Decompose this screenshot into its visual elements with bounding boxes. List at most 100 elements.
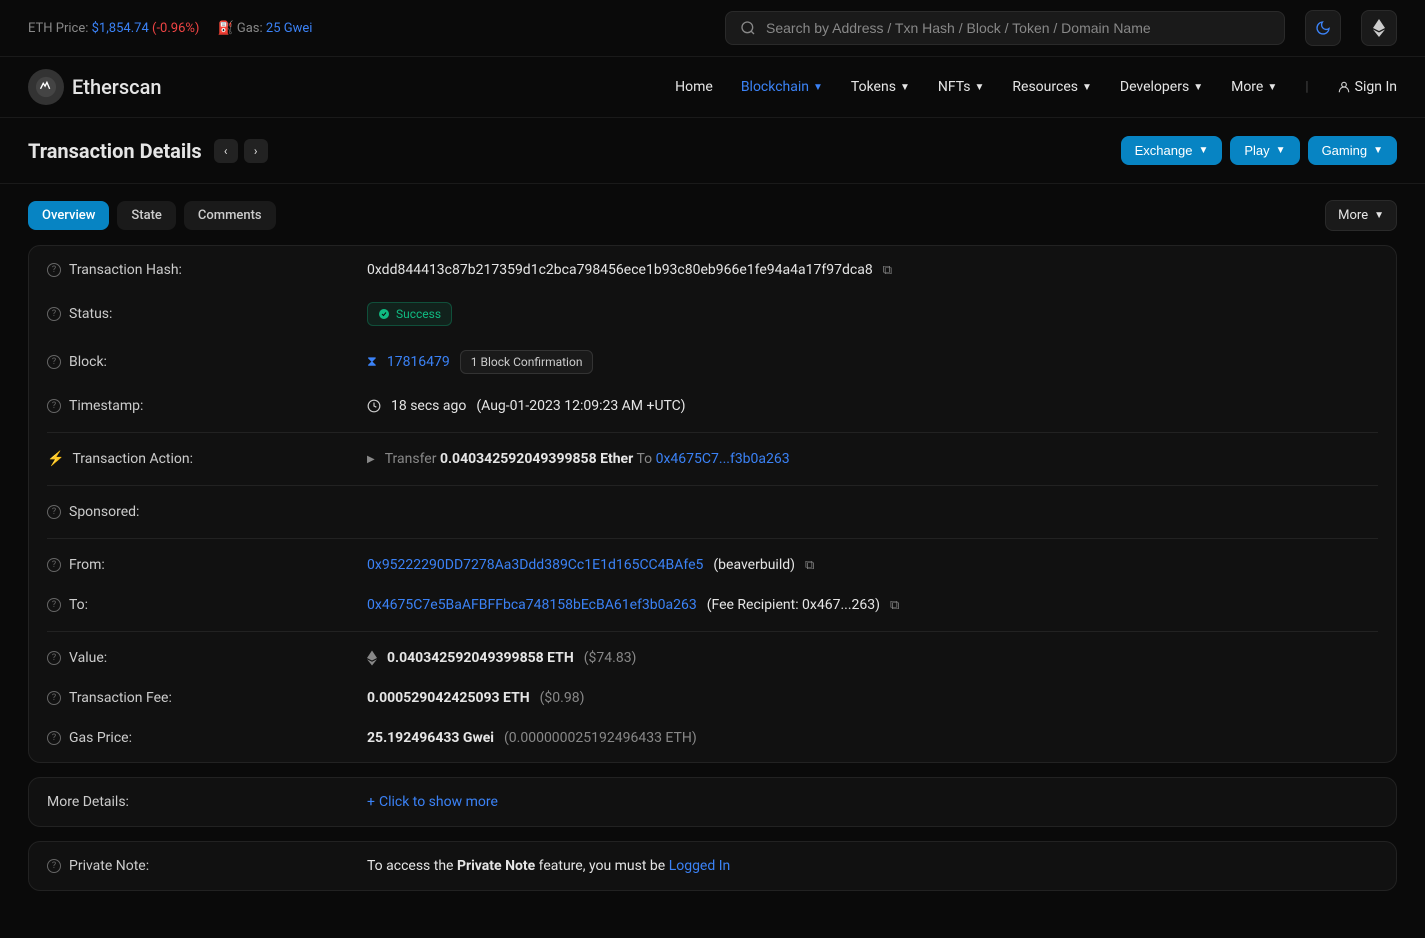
label-moredetails: More Details: xyxy=(47,794,129,810)
tab-overview[interactable]: Overview xyxy=(28,201,109,230)
action-amount: 0.040342592049399858 Ether xyxy=(440,451,633,467)
gaming-button[interactable]: Gaming▼ xyxy=(1308,136,1397,165)
help-icon[interactable]: ? xyxy=(47,505,61,519)
main-nav: Etherscan Home Blockchain▼ Tokens▼ NFTs▼… xyxy=(0,57,1425,118)
private-note-card: ?Private Note: To access the Private Not… xyxy=(28,841,1397,891)
chevron-down-icon: ▼ xyxy=(975,82,985,93)
value-usd: ($74.83) xyxy=(584,650,637,666)
chevron-down-icon: ▼ xyxy=(1198,145,1208,156)
help-icon[interactable]: ? xyxy=(47,399,61,413)
exchange-button[interactable]: Exchange▼ xyxy=(1121,136,1223,165)
label-value: Value: xyxy=(69,650,107,666)
fee-eth: 0.000529042425093 ETH xyxy=(367,690,530,706)
plus-icon: + xyxy=(367,794,375,810)
action-to-link[interactable]: 0x4675C7...f3b0a263 xyxy=(656,451,790,467)
label-txfee: Transaction Fee: xyxy=(69,690,172,706)
copy-from-button[interactable]: ⧉ xyxy=(805,558,814,573)
next-tx-button[interactable]: › xyxy=(244,139,268,163)
etherscan-logo-icon xyxy=(28,69,64,105)
chevron-down-icon: ▼ xyxy=(1267,82,1277,93)
fee-usd: ($0.98) xyxy=(540,690,585,706)
gas-icon: ⛽ xyxy=(217,21,233,36)
page-title: Transaction Details xyxy=(28,139,202,163)
theme-toggle-button[interactable] xyxy=(1305,10,1341,46)
nav-resources[interactable]: Resources▼ xyxy=(1012,79,1091,95)
tabs-more-dropdown[interactable]: More▼ xyxy=(1325,200,1397,231)
label-txaction: Transaction Action: xyxy=(72,451,193,467)
help-icon[interactable]: ? xyxy=(47,691,61,705)
nav-developers[interactable]: Developers▼ xyxy=(1120,79,1203,95)
chevron-down-icon: ▼ xyxy=(1373,145,1383,156)
eth-network-button[interactable] xyxy=(1361,10,1397,46)
search-input[interactable] xyxy=(766,20,1270,36)
eth-price-change: (-0.96%) xyxy=(152,21,199,36)
eth-icon xyxy=(367,650,377,666)
timestamp-full: (Aug-01-2023 12:09:23 AM +UTC) xyxy=(476,398,685,414)
help-icon[interactable]: ? xyxy=(47,263,61,277)
value-eth: 0.040342592049399858 ETH xyxy=(387,650,574,666)
nav-blockchain[interactable]: Blockchain▼ xyxy=(741,79,823,95)
label-timestamp: Timestamp: xyxy=(69,398,143,414)
label-gasprice: Gas Price: xyxy=(69,730,132,746)
label-privatenote: Private Note: xyxy=(69,858,149,874)
label-status: Status: xyxy=(69,306,112,322)
help-icon[interactable]: ? xyxy=(47,307,61,321)
nav-nfts[interactable]: NFTs▼ xyxy=(938,79,985,95)
chevron-down-icon: ▼ xyxy=(1374,210,1384,221)
logged-in-link[interactable]: Logged In xyxy=(669,858,731,874)
hourglass-icon: ⧗ xyxy=(367,354,377,370)
nav-more[interactable]: More▼ xyxy=(1231,79,1277,95)
lightning-icon: ⚡ xyxy=(47,451,64,467)
timestamp-ago: 18 secs ago xyxy=(391,398,466,414)
chevron-down-icon: ▼ xyxy=(1082,82,1092,93)
help-icon[interactable]: ? xyxy=(47,558,61,572)
top-bar: ETH Price: $1,854.74 (-0.96%) ⛽ Gas: 25 … xyxy=(0,0,1425,57)
confirmations-badge: 1 Block Confirmation xyxy=(460,350,594,374)
chevron-down-icon: ▼ xyxy=(1276,145,1286,156)
block-link[interactable]: 17816479 xyxy=(387,354,450,370)
help-icon[interactable]: ? xyxy=(47,859,61,873)
help-icon[interactable]: ? xyxy=(47,731,61,745)
help-icon[interactable]: ? xyxy=(47,355,61,369)
from-label: (beaverbuild) xyxy=(713,557,795,573)
chevron-down-icon: ▼ xyxy=(900,82,910,93)
copy-hash-button[interactable]: ⧉ xyxy=(883,263,892,278)
chevron-down-icon: ▼ xyxy=(1193,82,1203,93)
copy-to-button[interactable]: ⧉ xyxy=(890,598,899,613)
nav-home[interactable]: Home xyxy=(675,79,713,95)
label-sponsored: Sponsored: xyxy=(69,504,139,520)
to-label: (Fee Recipient: 0x467...263) xyxy=(707,597,880,613)
tx-details-card: ? Transaction Hash: 0xdd844413c87b217359d… xyxy=(28,245,1397,763)
label-from: From: xyxy=(69,557,105,573)
check-circle-icon xyxy=(378,308,390,320)
gas-link[interactable]: 25 Gwei xyxy=(266,21,313,36)
eth-price: ETH Price: $1,854.74 (-0.96%) xyxy=(28,21,199,36)
tab-comments[interactable]: Comments xyxy=(184,201,276,230)
search-box[interactable] xyxy=(725,11,1285,45)
help-icon[interactable]: ? xyxy=(47,651,61,665)
clock-icon xyxy=(367,399,381,413)
chevron-down-icon: ▼ xyxy=(813,82,823,93)
gas-info: ⛽ Gas: 25 Gwei xyxy=(217,21,312,36)
to-address-link[interactable]: 0x4675C7e5BaAFBFFbca748158bEcBA61ef3b0a2… xyxy=(367,597,697,613)
tabs-row: Overview State Comments More▼ xyxy=(0,200,1425,245)
user-icon xyxy=(1337,80,1351,94)
logo[interactable]: Etherscan xyxy=(28,69,162,105)
nav-signin[interactable]: Sign In xyxy=(1337,79,1397,95)
tx-hash-value: 0xdd844413c87b217359d1c2bca798456ece1b93… xyxy=(367,262,873,278)
status-badge: Success xyxy=(367,302,452,326)
nav-tokens[interactable]: Tokens▼ xyxy=(851,79,910,95)
help-icon[interactable]: ? xyxy=(47,598,61,612)
prev-tx-button[interactable]: ‹ xyxy=(214,139,238,163)
label-txhash: Transaction Hash: xyxy=(69,262,182,278)
caret-right-icon: ▶ xyxy=(367,454,375,465)
label-to: To: xyxy=(69,597,88,613)
search-icon xyxy=(740,20,756,36)
show-more-button[interactable]: +Click to show more xyxy=(367,794,498,810)
from-address-link[interactable]: 0x95222290DD7278Aa3Ddd389Cc1E1d165CC4BAf… xyxy=(367,557,703,573)
page-header: Transaction Details ‹ › Exchange▼ Play▼ … xyxy=(0,118,1425,184)
tab-state[interactable]: State xyxy=(117,201,176,230)
label-block: Block: xyxy=(69,354,107,370)
play-button[interactable]: Play▼ xyxy=(1230,136,1299,165)
eth-price-value: $1,854.74 xyxy=(92,21,149,36)
